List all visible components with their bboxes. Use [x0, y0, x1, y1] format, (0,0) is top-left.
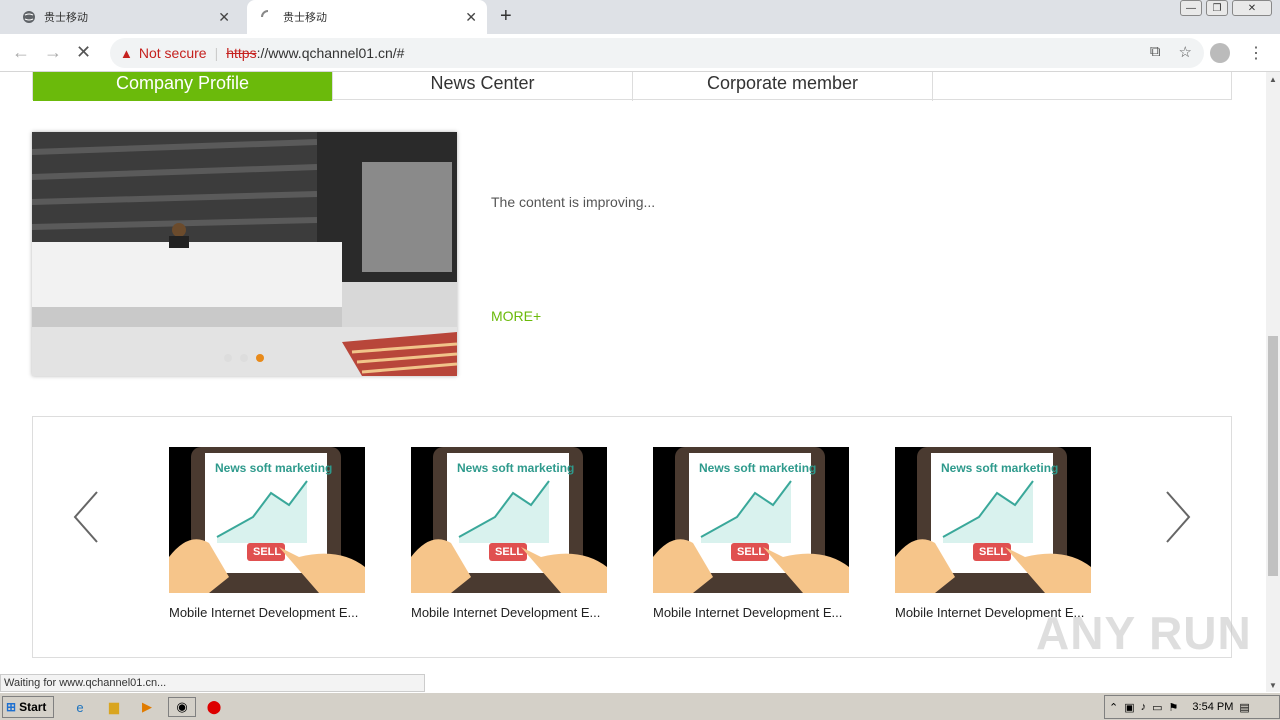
close-icon[interactable]: ✕: [218, 9, 230, 26]
news-card[interactable]: News soft marketing SELL Mobile Internet…: [411, 447, 607, 620]
intro-text: The content is improving...: [491, 194, 656, 210]
security-label[interactable]: Not secure: [139, 45, 207, 61]
windows-logo-icon: ⊞: [6, 700, 17, 714]
tray-expand-icon[interactable]: ⌃: [1109, 701, 1118, 714]
window-controls: — ❐ ✕: [1180, 0, 1272, 16]
toolbar-right: ⋮: [1210, 34, 1280, 72]
tab-news-center[interactable]: News Center: [333, 72, 633, 101]
slider-dots: [224, 354, 264, 362]
browser-status-bar: Waiting for www.qchannel01.cn...: [0, 674, 425, 692]
loading-spinner-icon: [261, 10, 275, 24]
globe-icon: [22, 10, 36, 24]
anyrun-watermark: ANY RUN: [1036, 607, 1252, 659]
stop-icon[interactable]: ✕: [76, 42, 91, 63]
chevron-right-icon[interactable]: [1159, 487, 1195, 547]
close-icon[interactable]: ✕: [465, 9, 477, 26]
menu-icon[interactable]: ⋮: [1248, 43, 1264, 63]
chrome-icon[interactable]: ◉: [168, 697, 196, 717]
desktop-icon[interactable]: ▤: [1239, 701, 1249, 714]
restore-icon[interactable]: ❐: [1206, 0, 1228, 16]
lobby-photo: [32, 132, 457, 376]
back-icon[interactable]: ←: [12, 42, 30, 63]
minimize-icon[interactable]: —: [1180, 0, 1202, 16]
tab-company-profile[interactable]: Company Profile: [33, 72, 333, 101]
omnibox-actions: ⧉ ☆: [1150, 43, 1192, 61]
site-nav-tabs: Company Profile News Center Corporate me…: [32, 72, 1232, 101]
new-tab-icon[interactable]: +: [500, 5, 512, 28]
windows-taskbar: ⊞ Start e ▆ ▶ ◉ ⬤ ⌃ ▣ ♪ ▭ ⚑ 3:54 PM ▤: [0, 692, 1280, 720]
sell-label: SELL: [253, 546, 282, 558]
more-link[interactable]: MORE+: [491, 308, 541, 324]
marketing-thumbnail: News soft marketing SELL: [169, 447, 365, 593]
scroll-up-icon[interactable]: ▲: [1266, 72, 1280, 86]
browser-toolbar: ← → ✕ ▲ Not secure | https://www.qchanne…: [0, 34, 1280, 72]
card-title[interactable]: Mobile Internet Development E...: [653, 605, 849, 620]
scroll-thumb[interactable]: [1268, 336, 1278, 576]
browser-tab-2[interactable]: 贵士移动 ✕: [247, 0, 487, 34]
marketing-thumbnail: News soft marketing SELL: [653, 447, 849, 593]
ie-icon[interactable]: e: [70, 697, 90, 717]
sell-label: SELL: [979, 546, 1008, 558]
marketing-thumbnail: News soft marketing SELL: [411, 447, 607, 593]
start-button[interactable]: ⊞ Start: [2, 696, 54, 718]
system-tray: ⌃ ▣ ♪ ▭ ⚑ 3:54 PM ▤: [1104, 695, 1280, 719]
network-icon[interactable]: ▣: [1124, 701, 1134, 714]
profile-avatar-icon[interactable]: [1210, 43, 1230, 63]
bookmark-star-icon[interactable]: ☆: [1179, 43, 1192, 61]
thumbnail-caption: News soft marketing: [215, 461, 333, 475]
address-bar[interactable]: ▲ Not secure | https://www.qchannel01.cn…: [110, 38, 1204, 68]
thumbnail-caption: News soft marketing: [699, 461, 817, 475]
tab-title: 贵士移动: [283, 12, 327, 24]
slider-dot[interactable]: [240, 354, 248, 362]
marketing-thumbnail: News soft marketing SELL: [895, 447, 1091, 593]
start-label: Start: [19, 700, 47, 714]
thumbnail-caption: News soft marketing: [457, 461, 575, 475]
alert-icon[interactable]: ⬤: [204, 697, 224, 717]
browser-tab-1[interactable]: 贵士移动 ✕: [0, 0, 240, 34]
news-card[interactable]: News soft marketing SELL Mobile Internet…: [169, 447, 365, 620]
card-title[interactable]: Mobile Internet Development E...: [411, 605, 607, 620]
page-scrollbar[interactable]: ▲ ▼: [1266, 72, 1280, 692]
clock[interactable]: 3:54 PM: [1192, 701, 1233, 713]
tab-filler: [933, 72, 1231, 99]
scroll-down-icon[interactable]: ▼: [1266, 678, 1280, 692]
window-close-icon[interactable]: ✕: [1232, 0, 1272, 16]
sell-label: SELL: [495, 546, 524, 558]
warning-icon: ▲: [120, 45, 133, 61]
card-title[interactable]: Mobile Internet Development E...: [169, 605, 365, 620]
slider-dot[interactable]: [224, 354, 232, 362]
url-scheme: https: [226, 45, 257, 61]
news-card[interactable]: News soft marketing SELL Mobile Internet…: [895, 447, 1091, 620]
media-player-icon[interactable]: ▶: [137, 697, 157, 717]
tab-strip: 贵士移动 ✕ 贵士移动 ✕ + — ❐ ✕: [0, 0, 1280, 34]
tab-corporate-member[interactable]: Corporate member: [633, 72, 933, 101]
sell-label: SELL: [737, 546, 766, 558]
divider: |: [214, 45, 219, 61]
page-viewport: Company Profile News Center Corporate me…: [0, 72, 1266, 692]
forward-icon[interactable]: →: [44, 42, 62, 63]
news-card[interactable]: News soft marketing SELL Mobile Internet…: [653, 447, 849, 620]
url-text: ://www.qchannel01.cn/#: [256, 45, 405, 61]
thumbnail-caption: News soft marketing: [941, 461, 1059, 475]
translate-icon[interactable]: ⧉: [1150, 43, 1161, 61]
folder-icon[interactable]: ▆: [104, 697, 124, 717]
volume-icon[interactable]: ♪: [1141, 701, 1147, 713]
tab-title: 贵士移动: [44, 12, 88, 24]
flag-icon[interactable]: ⚑: [1169, 701, 1179, 714]
chevron-left-icon[interactable]: [69, 487, 105, 547]
slider-dot-active[interactable]: [256, 354, 264, 362]
screen-icon[interactable]: ▭: [1152, 701, 1162, 714]
